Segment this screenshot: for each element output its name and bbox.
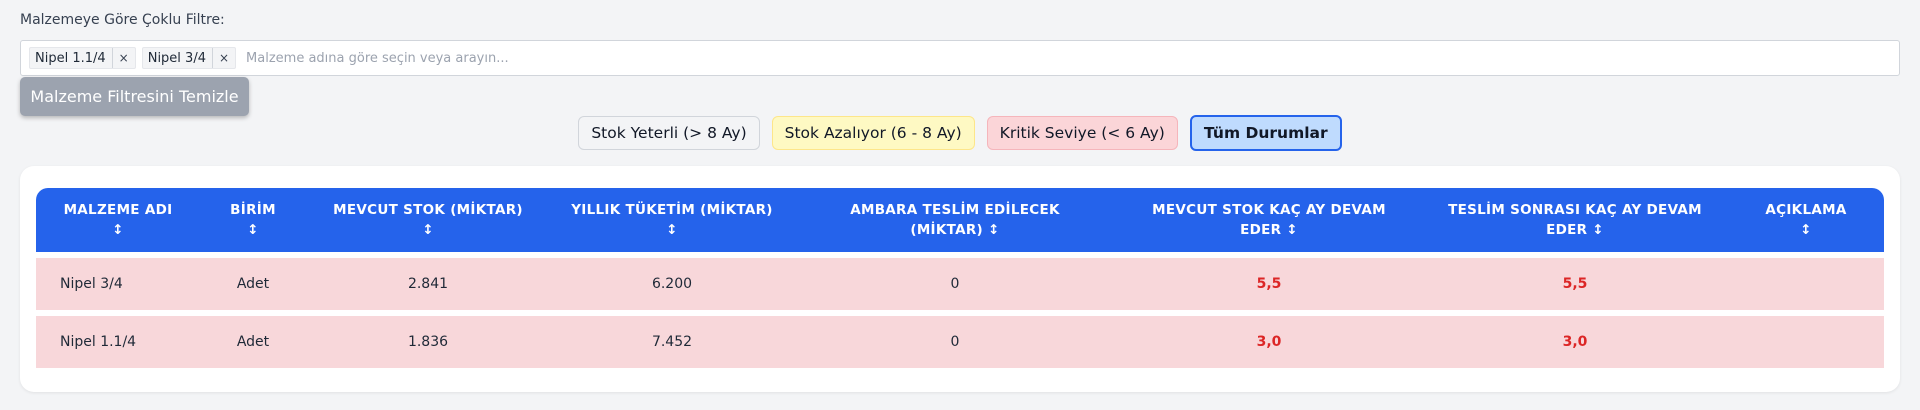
filter-chip: Nipel 3/4 × bbox=[141, 47, 237, 69]
table-header: MALZEME ADI ↕ BİRİM ↕ MEVCUT STOK (MİKTAR)… bbox=[36, 188, 1884, 252]
cell-months-current: 5,5 bbox=[1256, 276, 1282, 292]
column-header-current-stock[interactable]: MEVCUT STOK (MİKTAR) ↕ bbox=[306, 188, 550, 252]
chip-remove-icon[interactable]: × bbox=[211, 48, 235, 68]
cell-incoming: 0 bbox=[950, 276, 960, 292]
cell-incoming: 0 bbox=[950, 334, 960, 350]
cell-months-current: 3,0 bbox=[1256, 334, 1282, 350]
stock-table: MALZEME ADI ↕ BİRİM ↕ MEVCUT STOK (MİKTAR)… bbox=[36, 188, 1884, 368]
cell-annual-consumption: 6.200 bbox=[651, 276, 693, 292]
column-header-unit[interactable]: BİRİM ↕ bbox=[200, 188, 306, 252]
chip-remove-icon[interactable]: × bbox=[111, 48, 135, 68]
status-warning-button[interactable]: Stok Azalıyor (6 - 8 Ay) bbox=[771, 116, 975, 150]
column-header-incoming[interactable]: AMBARA TESLİM EDİLECEK (MİKTAR) ↕ bbox=[794, 188, 1116, 252]
cell-months-after: 5,5 bbox=[1562, 276, 1588, 292]
column-header-note[interactable]: AÇIKLAMA ↕ bbox=[1728, 188, 1884, 252]
column-header-material[interactable]: MALZEME ADI ↕ bbox=[36, 188, 200, 252]
cell-note bbox=[1728, 316, 1884, 368]
table-row: Nipel 1.1/4 Adet 1.836 7.452 0 3,0 3,0 bbox=[36, 316, 1884, 368]
cell-unit: Adet bbox=[236, 334, 270, 350]
multi-filter-label: Malzemeye Göre Çoklu Filtre: bbox=[20, 12, 225, 28]
cell-months-after: 3,0 bbox=[1562, 334, 1588, 350]
cell-material: Nipel 3/4 bbox=[60, 276, 123, 292]
clear-material-filter-button[interactable]: Malzeme Filtresini Temizle bbox=[20, 77, 249, 116]
cell-unit: Adet bbox=[236, 276, 270, 292]
status-critical-button[interactable]: Kritik Seviye (< 6 Ay) bbox=[986, 116, 1178, 150]
chip-label: Nipel 1.1/4 bbox=[35, 50, 106, 66]
cell-current-stock: 1.836 bbox=[407, 334, 449, 350]
cell-note bbox=[1728, 258, 1884, 310]
stock-table-card: MALZEME ADI ↕ BİRİM ↕ MEVCUT STOK (MİKTAR)… bbox=[20, 166, 1900, 392]
column-header-annual-consumption[interactable]: YILLIK TÜKETİM (MİKTAR) ↕ bbox=[550, 188, 794, 252]
material-multiselect[interactable]: Nipel 1.1/4 × Nipel 3/4 × bbox=[20, 40, 1900, 76]
chip-label: Nipel 3/4 bbox=[147, 50, 206, 66]
cell-current-stock: 2.841 bbox=[407, 276, 449, 292]
cell-material: Nipel 1.1/4 bbox=[60, 334, 137, 350]
status-ok-button[interactable]: Stok Yeterli (> 8 Ay) bbox=[578, 116, 760, 150]
status-filter-group: Stok Yeterli (> 8 Ay) Stok Azalıyor (6 -… bbox=[0, 115, 1920, 151]
cell-annual-consumption: 7.452 bbox=[651, 334, 693, 350]
material-search-input[interactable] bbox=[246, 43, 1899, 73]
column-header-months-current[interactable]: MEVCUT STOK KAÇ AY DEVAM EDER ↕ bbox=[1116, 188, 1422, 252]
table-row: Nipel 3/4 Adet 2.841 6.200 0 5,5 5,5 bbox=[36, 258, 1884, 310]
filter-chip: Nipel 1.1/4 × bbox=[29, 47, 136, 69]
status-all-button[interactable]: Tüm Durumlar bbox=[1189, 115, 1342, 151]
column-header-months-after[interactable]: TESLİM SONRASI KAÇ AY DEVAM EDER ↕ bbox=[1422, 188, 1728, 252]
